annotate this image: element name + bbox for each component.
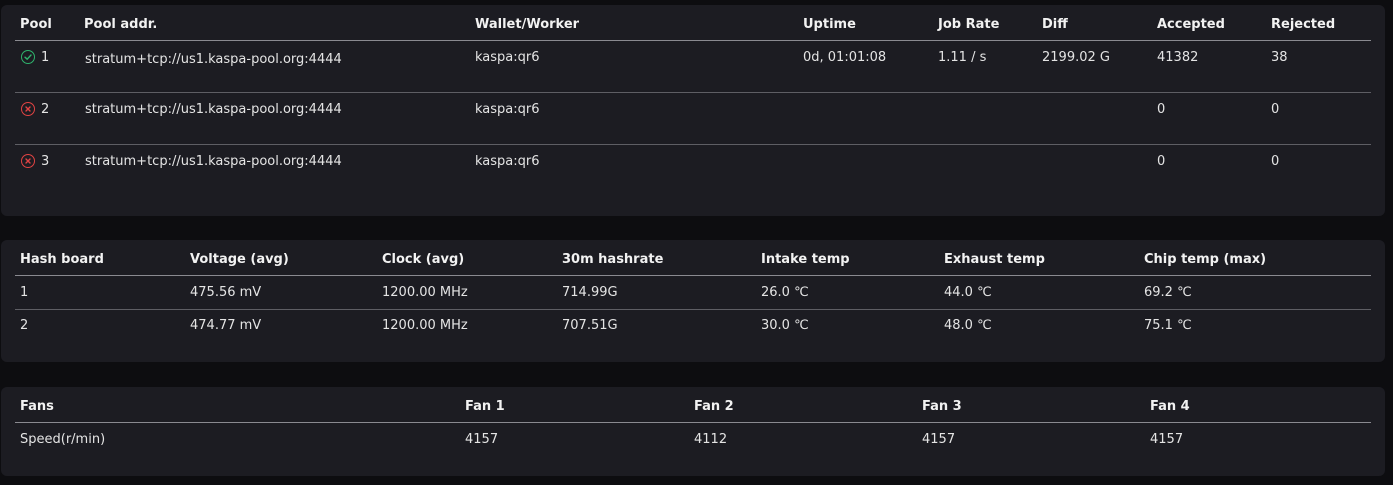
- clock: 1200.00 MHz: [382, 318, 468, 333]
- clock: 1200.00 MHz: [382, 285, 468, 300]
- board-id: 1: [20, 285, 29, 300]
- accepted: 41382: [1157, 50, 1199, 65]
- accepted: 0: [1157, 154, 1166, 169]
- pools-panel: Pool Pool addr. Wallet/Worker Uptime Job…: [1, 5, 1385, 216]
- pool-number: 3: [41, 154, 50, 169]
- fan-1-speed: 4157: [465, 432, 499, 447]
- fan-speed-label: Speed(r/min): [20, 432, 106, 447]
- intake-temp: 26.0 ℃: [761, 285, 809, 300]
- exhaust-temp: 48.0 ℃: [944, 318, 992, 333]
- header-fan-4: Fan 4: [1150, 399, 1190, 414]
- pool-address: stratum+tcp://us1.kaspa-pool.org:4444: [85, 52, 342, 67]
- table-row: 1 475.56 mV 1200.00 MHz 714.99G 26.0 ℃ 4…: [1, 276, 1385, 309]
- wallet-worker: kaspa:qr6: [475, 50, 540, 65]
- header-diff: Diff: [1042, 17, 1068, 32]
- header-voltage: Voltage (avg): [190, 252, 289, 267]
- fans-panel: Fans Fan 1 Fan 2 Fan 3 Fan 4 Speed(r/min…: [1, 387, 1385, 476]
- header-hashrate: 30m hashrate: [562, 252, 664, 267]
- header-accepted: Accepted: [1157, 17, 1225, 32]
- hashboard-panel: Hash board Voltage (avg) Clock (avg) 30m…: [1, 240, 1385, 362]
- job-rate: 1.11 / s: [938, 50, 987, 65]
- voltage: 474.77 mV: [190, 318, 262, 333]
- uptime: 0d, 01:01:08: [803, 50, 887, 65]
- header-hash-board: Hash board: [20, 252, 104, 267]
- chip-temp: 75.1 ℃: [1144, 318, 1192, 333]
- fan-3-speed: 4157: [922, 432, 956, 447]
- header-pool-addr: Pool addr.: [84, 17, 158, 32]
- pool-address: stratum+tcp://us1.kaspa-pool.org:4444: [85, 102, 342, 117]
- table-row: 3 stratum+tcp://us1.kaspa-pool.org:4444 …: [1, 145, 1385, 197]
- header-pool: Pool: [20, 17, 52, 32]
- header-chip-temp: Chip temp (max): [1144, 252, 1267, 267]
- exhaust-temp: 44.0 ℃: [944, 285, 992, 300]
- diff: 2199.02 G: [1042, 50, 1110, 65]
- wallet-worker: kaspa:qr6: [475, 154, 540, 169]
- hashrate: 707.51G: [562, 318, 618, 333]
- fan-4-speed: 4157: [1150, 432, 1184, 447]
- header-wallet-worker: Wallet/Worker: [475, 17, 580, 32]
- voltage: 475.56 mV: [190, 285, 262, 300]
- header-fan-1: Fan 1: [465, 399, 505, 414]
- fan-2-speed: 4112: [694, 432, 728, 447]
- error-icon: [21, 154, 35, 168]
- hashrate: 714.99G: [562, 285, 618, 300]
- header-uptime: Uptime: [803, 17, 856, 32]
- table-row: 1 stratum+tcp://us1.kaspa-pool.org:4444 …: [1, 41, 1385, 93]
- pool-number: 1: [41, 50, 50, 65]
- table-row: 2 stratum+tcp://us1.kaspa-pool.org:4444 …: [1, 93, 1385, 145]
- table-row: Speed(r/min) 4157 4112 4157 4157: [1, 423, 1385, 456]
- header-fans: Fans: [20, 399, 54, 414]
- header-fan-3: Fan 3: [922, 399, 962, 414]
- table-row: 2 474.77 mV 1200.00 MHz 707.51G 30.0 ℃ 4…: [1, 309, 1385, 342]
- header-exhaust-temp: Exhaust temp: [944, 252, 1045, 267]
- rejected: 0: [1271, 154, 1280, 169]
- board-id: 2: [20, 318, 29, 333]
- header-intake-temp: Intake temp: [761, 252, 850, 267]
- header-clock: Clock (avg): [382, 252, 465, 267]
- header-job-rate: Job Rate: [938, 17, 1000, 32]
- pool-address: stratum+tcp://us1.kaspa-pool.org:4444: [85, 154, 342, 169]
- accepted: 0: [1157, 102, 1166, 117]
- error-icon: [21, 102, 35, 116]
- rejected: 0: [1271, 102, 1280, 117]
- pool-number: 2: [41, 102, 50, 117]
- header-fan-2: Fan 2: [694, 399, 734, 414]
- check-icon: [21, 50, 35, 64]
- chip-temp: 69.2 ℃: [1144, 285, 1192, 300]
- wallet-worker: kaspa:qr6: [475, 102, 540, 117]
- header-rejected: Rejected: [1271, 17, 1336, 32]
- intake-temp: 30.0 ℃: [761, 318, 809, 333]
- rejected: 38: [1271, 50, 1288, 65]
